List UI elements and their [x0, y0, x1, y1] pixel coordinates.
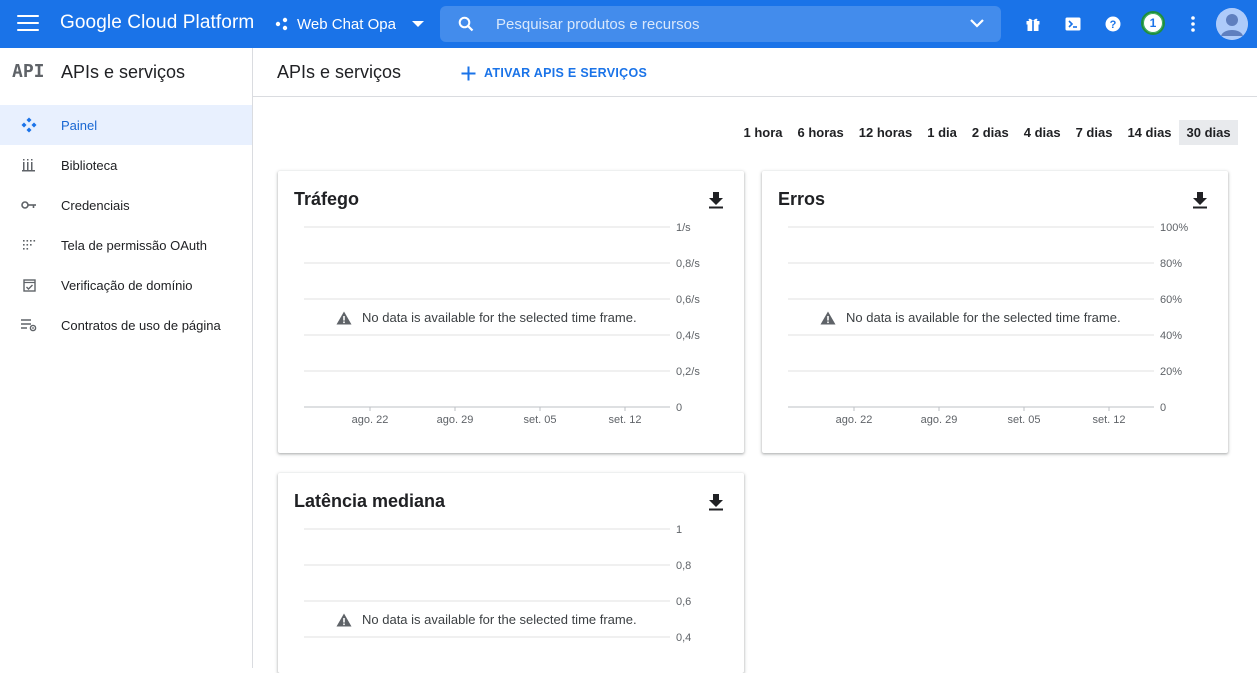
time-range-option[interactable]: 6 horas	[790, 120, 851, 145]
svg-text:?: ?	[1110, 19, 1117, 31]
no-data-message: No data is available for the selected ti…	[336, 310, 637, 325]
sidebar-item-label: Verificação de domínio	[61, 278, 193, 293]
notifications-badge[interactable]: 1	[1141, 11, 1165, 35]
project-name: Web Chat Opa	[297, 15, 396, 33]
x-tick-label: ago. 22	[836, 414, 873, 426]
expand-icon[interactable]	[969, 17, 985, 29]
cloud-shell-icon[interactable]	[1061, 12, 1085, 36]
sidebar-header: API APIs e serviços	[0, 48, 253, 96]
top-app-bar: Google Cloud Platform Web Chat Opa ? 1	[0, 0, 1257, 48]
no-data-text: No data is available for the selected ti…	[362, 310, 637, 325]
time-range-option[interactable]: 1 hora	[736, 120, 790, 145]
sidebar-item-credenciais[interactable]: Credenciais	[0, 185, 252, 225]
sidebar-title: APIs e serviços	[61, 62, 186, 82]
sidebar-item-biblioteca[interactable]: Biblioteca	[0, 145, 252, 185]
sidebar-item-label: Tela de permissão OAuth	[61, 238, 207, 253]
dashboard-icon	[20, 117, 38, 133]
traffic-chart-card: Tráfego 1/s 0,8/s 0,6/s 0,4/s 0,2/s 0 ago. 22 a…	[278, 171, 744, 453]
product-brand[interactable]: Google Cloud Platform	[60, 12, 254, 34]
chart-plot: 1 0,8 0,6 0,4	[304, 524, 691, 644]
y-tick-label: 60%	[1160, 294, 1182, 306]
sidebar-nav: Painel Biblioteca Credenciais Tela de pe…	[0, 105, 252, 345]
time-range-option-selected[interactable]: 30 dias	[1179, 120, 1239, 145]
help-icon[interactable]: ?	[1101, 12, 1125, 36]
y-tick-label: 1/s	[676, 222, 691, 234]
sidebar-item-painel[interactable]: Painel	[0, 105, 252, 145]
x-tick-label: ago. 29	[437, 414, 474, 426]
page-title: APIs e serviços	[277, 62, 402, 82]
y-tick-label: 100%	[1160, 222, 1188, 234]
sidebar-item-label: Credenciais	[61, 198, 130, 213]
y-tick-label: 0,2/s	[676, 366, 700, 378]
y-tick-label: 80%	[1160, 258, 1182, 270]
y-tick-label: 0,8	[676, 560, 691, 572]
chevron-down-icon	[411, 21, 424, 27]
domain-verification-icon	[20, 277, 38, 293]
warning-icon	[336, 311, 352, 324]
y-tick-label: 0,8/s	[676, 258, 700, 270]
plus-icon	[461, 66, 476, 80]
time-range-option[interactable]: 4 dias	[1016, 120, 1068, 145]
x-tick-label: set. 12	[608, 414, 641, 426]
warning-icon	[336, 613, 352, 626]
time-range-option[interactable]: 12 horas	[851, 120, 919, 145]
no-data-text: No data is available for the selected ti…	[846, 310, 1121, 325]
x-tick-label: set. 05	[1007, 414, 1040, 426]
time-range-selector: 1 hora 6 horas 12 horas 1 dia 2 dias 4 d…	[736, 120, 1239, 145]
time-range-option[interactable]: 7 dias	[1068, 120, 1120, 145]
y-tick-label: 1	[676, 524, 682, 536]
sidebar-item-label: Painel	[61, 118, 98, 133]
sidebar-item-oauth[interactable]: Tela de permissão OAuth	[0, 225, 252, 265]
more-options-icon[interactable]	[1181, 12, 1205, 36]
search-bar[interactable]	[440, 6, 1001, 42]
enable-apis-label: ATIVAR APIS E SERVIÇOS	[484, 66, 648, 80]
sidebar-item-label: Contratos de uso de página	[61, 318, 221, 333]
sidebar-item-dominio[interactable]: Verificação de domínio	[0, 265, 252, 305]
no-data-message: No data is available for the selected ti…	[336, 612, 637, 627]
gift-icon[interactable]	[1021, 12, 1045, 36]
search-icon	[458, 16, 474, 32]
time-range-option[interactable]: 2 dias	[964, 120, 1016, 145]
y-tick-label: 0,4/s	[676, 330, 700, 342]
y-tick-label: 0	[676, 402, 682, 414]
errors-chart-card: Erros 100% 80% 60% 40% 20% 0 ago. 22 ago. 29 set…	[762, 171, 1228, 453]
project-icon	[275, 17, 288, 31]
warning-icon	[820, 311, 836, 324]
y-tick-label: 0,4	[676, 632, 691, 644]
enable-apis-button[interactable]: ATIVAR APIS E SERVIÇOS	[461, 62, 647, 84]
search-input[interactable]	[496, 6, 966, 42]
x-tick-label: set. 05	[523, 414, 556, 426]
time-range-option[interactable]: 14 dias	[1120, 120, 1179, 145]
y-tick-label: 0,6	[676, 596, 691, 608]
x-tick-label: set. 12	[1092, 414, 1125, 426]
page-usage-agreements-icon	[20, 317, 38, 333]
key-icon	[20, 197, 38, 213]
y-tick-label: 0	[1160, 402, 1166, 414]
time-range-option[interactable]: 1 dia	[920, 120, 965, 145]
no-data-message: No data is available for the selected ti…	[820, 310, 1121, 325]
y-tick-label: 20%	[1160, 366, 1182, 378]
project-selector[interactable]: Web Chat Opa	[275, 8, 424, 40]
sidebar-item-label: Biblioteca	[61, 158, 118, 173]
x-tick-label: ago. 22	[352, 414, 389, 426]
sidebar: API APIs e serviços Painel Biblioteca Cr…	[0, 48, 253, 668]
sidebar-item-contratos[interactable]: Contratos de uso de página	[0, 305, 252, 345]
library-icon	[20, 157, 38, 173]
x-tick-label: ago. 29	[921, 414, 958, 426]
menu-icon[interactable]	[17, 15, 39, 33]
page-header: APIs e serviços ATIVAR APIS E SERVIÇOS	[253, 48, 1257, 97]
account-avatar[interactable]	[1216, 8, 1248, 40]
no-data-text: No data is available for the selected ti…	[362, 612, 637, 627]
latency-chart-card: Latência mediana 1 0,8 0,6 0,4 No data is a…	[278, 473, 744, 673]
y-tick-label: 0,6/s	[676, 294, 700, 306]
oauth-consent-icon	[20, 237, 38, 253]
api-logo: API	[12, 61, 45, 82]
y-tick-label: 40%	[1160, 330, 1182, 342]
